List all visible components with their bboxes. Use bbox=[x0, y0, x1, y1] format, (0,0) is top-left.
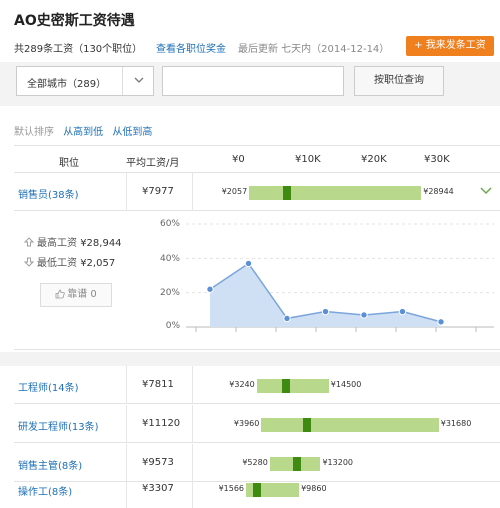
sort-default[interactable]: 默认排序 bbox=[14, 127, 54, 138]
avg-salary-marker bbox=[283, 186, 292, 200]
city-select-value: 全部城市（289） bbox=[27, 79, 107, 90]
column-divider bbox=[126, 366, 127, 404]
column-divider bbox=[126, 470, 127, 508]
salary-range-bar bbox=[256, 379, 329, 393]
salary-detail-panel: 最高工资 ¥28,944 最低工资 ¥2,057 靠谱 0 60% 40% 20… bbox=[14, 210, 500, 350]
salary-count: 共289条工资（130个职位） bbox=[14, 44, 143, 55]
post-salary-button[interactable]: + 我来发条工资 bbox=[406, 36, 494, 56]
table-row[interactable]: 工程师(14条) ¥7811 ¥3240 ¥14500 bbox=[14, 366, 500, 404]
avg-salary: ¥7811 bbox=[142, 379, 174, 390]
sort-options: 默认排序 从高到低 从低到高 bbox=[14, 123, 158, 138]
salary-distribution-chart bbox=[186, 223, 494, 332]
min-salary: ¥3960 bbox=[233, 419, 260, 428]
header-job: 职位 bbox=[59, 158, 79, 169]
max-salary: ¥28944 bbox=[423, 187, 454, 196]
salary-range-bar bbox=[261, 418, 439, 432]
city-select[interactable]: 全部城市（289） bbox=[16, 66, 154, 96]
avg-salary: ¥9573 bbox=[142, 457, 174, 468]
data-point bbox=[437, 318, 445, 326]
table-row[interactable]: 操作工(8条) ¥3307 ¥1566 ¥9860 bbox=[14, 470, 500, 508]
data-point bbox=[360, 311, 368, 319]
header-tick-30k: ¥30K bbox=[424, 154, 450, 165]
table-header: 职位 平均工资/月 ¥0 ¥10K ¥20K ¥30K bbox=[14, 145, 500, 173]
sort-high-to-low[interactable]: 从高到低 bbox=[63, 127, 103, 138]
max-salary: ¥9860 bbox=[301, 484, 327, 493]
sort-low-to-high[interactable]: 从低到高 bbox=[112, 127, 152, 138]
min-salary: ¥3240 bbox=[229, 380, 255, 389]
job-title-link[interactable]: 研发工程师(13条) bbox=[18, 418, 99, 433]
min-salary: ¥1566 bbox=[218, 484, 245, 493]
data-point bbox=[244, 259, 253, 268]
salary-range-bar bbox=[249, 186, 422, 200]
job-title-link[interactable]: 工程师(14条) bbox=[18, 379, 79, 394]
column-divider bbox=[192, 173, 193, 211]
max-salary: ¥14500 bbox=[330, 380, 362, 389]
avg-salary: ¥7977 bbox=[142, 186, 174, 197]
min-salary: ¥5280 bbox=[242, 458, 268, 467]
section-gap bbox=[0, 352, 500, 366]
job-title-link[interactable]: 操作工(8条) bbox=[18, 483, 72, 498]
header-tick-20k: ¥20K bbox=[361, 154, 387, 165]
data-point bbox=[321, 307, 330, 316]
avg-salary: ¥11120 bbox=[142, 418, 181, 429]
select-divider bbox=[122, 67, 123, 95]
data-point bbox=[398, 307, 407, 316]
chevron-down-icon bbox=[134, 77, 144, 83]
header-tick-0: ¥0 bbox=[232, 154, 245, 165]
avg-salary-marker bbox=[293, 457, 302, 471]
column-divider bbox=[192, 366, 193, 404]
avg-salary: ¥3307 bbox=[142, 483, 174, 494]
table-row[interactable]: 销售员(38条) ¥7977 ¥2057 ¥28944 bbox=[14, 173, 500, 211]
min-salary: ¥2057 bbox=[221, 187, 248, 196]
column-divider bbox=[126, 405, 127, 443]
table-row[interactable]: 研发工程师(13条) ¥11120 ¥3960 ¥31680 bbox=[14, 405, 500, 443]
data-point bbox=[206, 285, 214, 293]
data-point bbox=[283, 314, 291, 323]
header-avg: 平均工资/月 bbox=[126, 158, 180, 169]
job-search-input[interactable] bbox=[162, 66, 344, 96]
avg-salary-marker bbox=[303, 418, 312, 432]
job-title-link[interactable]: 销售员(38条) bbox=[18, 186, 79, 201]
view-bonus-link[interactable]: 查看各职位奖金 bbox=[156, 40, 226, 55]
search-bar: 全部城市（289） 按职位查询 bbox=[0, 62, 500, 106]
page-title: AO史密斯工资待遇 bbox=[14, 13, 135, 29]
column-divider bbox=[192, 470, 193, 508]
header-tick-10k: ¥10K bbox=[295, 154, 321, 165]
avg-salary-marker bbox=[281, 379, 290, 393]
query-by-job-button[interactable]: 按职位查询 bbox=[354, 66, 444, 96]
area-fill bbox=[210, 263, 441, 327]
last-updated: 最后更新 七天内（2014-12-14） bbox=[238, 44, 390, 55]
max-salary: ¥13200 bbox=[322, 458, 354, 467]
avg-salary-marker bbox=[253, 483, 262, 497]
column-divider bbox=[126, 173, 127, 211]
chevron-down-icon[interactable] bbox=[480, 185, 492, 195]
column-divider bbox=[192, 405, 193, 443]
max-salary: ¥31680 bbox=[440, 419, 472, 428]
